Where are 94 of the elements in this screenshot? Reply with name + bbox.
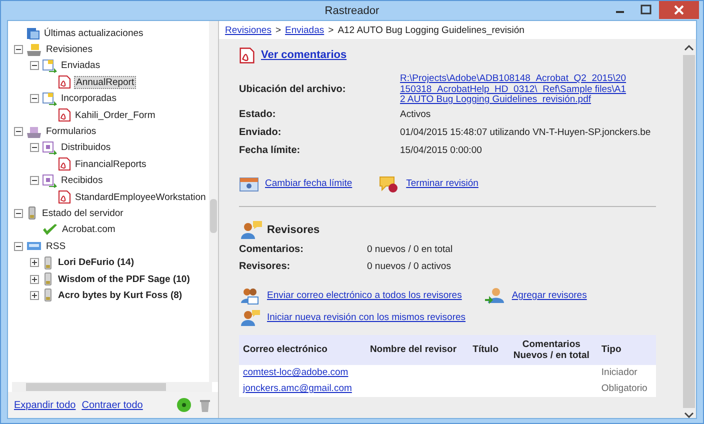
section-title: Revisores <box>267 224 320 236</box>
action-link[interactable]: Cambiar fecha límite <box>265 178 352 189</box>
pdf-document-icon <box>58 75 71 90</box>
collapse-toggle[interactable] <box>14 208 23 218</box>
tree-item[interactable]: AnnualReport <box>74 76 136 89</box>
file-path-link[interactable]: R:\Projects\Adobe\ADB108148_Acrobat_Q2_2015\20150318_AcrobatHelp_HD_0312\_Ref\Sample files\A12 AUTO Bug Logging Guidelines_revisión.pdf <box>400 74 630 106</box>
speech-bubble-stop-icon <box>378 174 400 192</box>
tree-item[interactable]: Enviadas <box>60 60 102 72</box>
pdf-document-icon <box>58 190 71 204</box>
people-mail-icon <box>239 286 261 304</box>
view-comments-link[interactable]: Ver comentarios <box>261 49 347 61</box>
person-add-icon <box>484 286 506 304</box>
field-value: 0 nuevos / 0 activos <box>367 260 451 272</box>
field-value: Activos <box>400 109 431 120</box>
pdf-document-icon <box>58 157 71 172</box>
collapse-toggle[interactable] <box>30 143 39 152</box>
column-header: Comentarios Nuevos / en total <box>505 334 598 364</box>
tree-item[interactable]: Distribuidos <box>60 142 112 154</box>
scrollbar[interactable] <box>209 21 218 382</box>
column-header: Nombre del revisor <box>366 334 469 364</box>
tree-item[interactable]: Kahili_Order_Form <box>74 110 156 121</box>
field-label: Enviado: <box>239 127 282 138</box>
server-icon <box>42 288 54 302</box>
form-arrow-icon <box>42 140 57 155</box>
updates-icon <box>26 26 40 40</box>
column-header: Correo electrónico <box>239 334 366 364</box>
expand-toggle[interactable] <box>30 274 39 284</box>
action-link[interactable]: Agregar revisores <box>512 290 587 301</box>
field-value: 01/04/2015 15:48:07 utilizando VN-T-Huyen-SP.jonckers.be <box>400 127 651 138</box>
breadcrumb-current: A12 AUTO Bug Logging Guidelines_revisión <box>338 24 524 36</box>
action-link[interactable]: Enviar correo electrónico a todos los revisores <box>267 290 462 301</box>
field-value: 15/04/2015 0:00:00 <box>400 145 482 156</box>
document-arrow-icon <box>42 58 57 73</box>
tree-item[interactable]: Estado del servidor <box>41 208 124 219</box>
scroll-up-icon[interactable] <box>684 45 694 51</box>
breadcrumb-separator: > <box>275 24 282 36</box>
field-label: Comentarios: <box>239 244 304 254</box>
checkmark-icon <box>42 224 58 236</box>
table-cell: Iniciador <box>597 364 656 380</box>
calendar-icon <box>239 176 259 192</box>
column-header: Tipo <box>597 334 656 364</box>
field-label: Revisores: <box>239 260 292 272</box>
tree-item[interactable]: Revisiones <box>45 44 94 56</box>
close-button[interactable] <box>659 1 699 19</box>
tree-item[interactable]: Recibidos <box>60 175 104 186</box>
collapse-toggle[interactable] <box>14 127 23 136</box>
tree-item[interactable]: RSS <box>45 240 67 252</box>
folder-icon <box>26 42 42 57</box>
tree-item[interactable]: StandardEmployeeWorkstation <box>74 192 207 203</box>
email-link[interactable]: jonckers.amc@gmail.com <box>243 383 352 394</box>
field-value: 0 nuevos / 0 en total <box>367 244 453 254</box>
collapse-toggle[interactable] <box>30 61 39 70</box>
tree-item[interactable]: Wisdom of the PDF Sage (10) <box>57 274 191 285</box>
window-title: Rastreador <box>324 4 380 16</box>
breadcrumb-separator: > <box>328 24 334 36</box>
collapse-toggle[interactable] <box>30 176 39 186</box>
footer-link[interactable]: Expandir todo <box>14 400 76 410</box>
server-icon <box>42 272 54 286</box>
field-label: Ubicación del archivo: <box>239 84 347 96</box>
table-cell: Obligatorio <box>597 380 656 396</box>
feed-folder-icon <box>26 240 42 252</box>
collapse-toggle[interactable] <box>30 94 39 104</box>
document-arrow-icon <box>42 92 57 106</box>
action-link[interactable]: Terminar revisión <box>406 178 478 189</box>
scroll-down-icon[interactable] <box>684 412 694 418</box>
tree-item[interactable]: Formularios <box>45 126 98 138</box>
column-header: Título <box>468 334 506 364</box>
breadcrumb-link[interactable]: Enviadas <box>285 24 324 36</box>
tree-item[interactable]: Lori DeFurio (14) <box>57 257 136 268</box>
people-icon <box>239 220 263 240</box>
pdf-document-icon <box>58 108 71 122</box>
trash-icon[interactable] <box>198 397 212 413</box>
form-arrow-icon <box>42 174 57 188</box>
expand-toggle[interactable] <box>30 258 39 268</box>
tree-item[interactable]: Acrobat.com <box>61 224 116 236</box>
tree-item[interactable]: Incorporadas <box>60 93 118 104</box>
breadcrumb-link[interactable]: Revisiones <box>225 24 272 36</box>
server-icon <box>26 206 38 220</box>
action-link[interactable]: Iniciar nueva revisión con los mismos revisores <box>267 312 466 323</box>
email-link[interactable]: comtest-loc@adobe.com <box>243 367 348 378</box>
field-label: Estado: <box>239 109 277 120</box>
footer-link[interactable]: Contraer todo <box>82 400 143 410</box>
horizontal-scrollbar[interactable] <box>12 382 212 392</box>
tree-item[interactable]: FinancialReports <box>74 158 148 170</box>
expand-toggle[interactable] <box>30 290 39 300</box>
tree-item[interactable]: Acro bytes by Kurt Foss (8) <box>57 290 184 301</box>
collapse-toggle[interactable] <box>14 45 23 54</box>
folder-icon <box>26 124 42 139</box>
server-icon <box>42 256 54 270</box>
collapse-toggle[interactable] <box>14 242 23 251</box>
field-label: Fecha límite: <box>239 145 302 156</box>
people-icon <box>239 308 261 326</box>
pdf-document-icon <box>239 46 255 64</box>
tree-item[interactable]: Últimas actualizaciones <box>43 28 144 39</box>
